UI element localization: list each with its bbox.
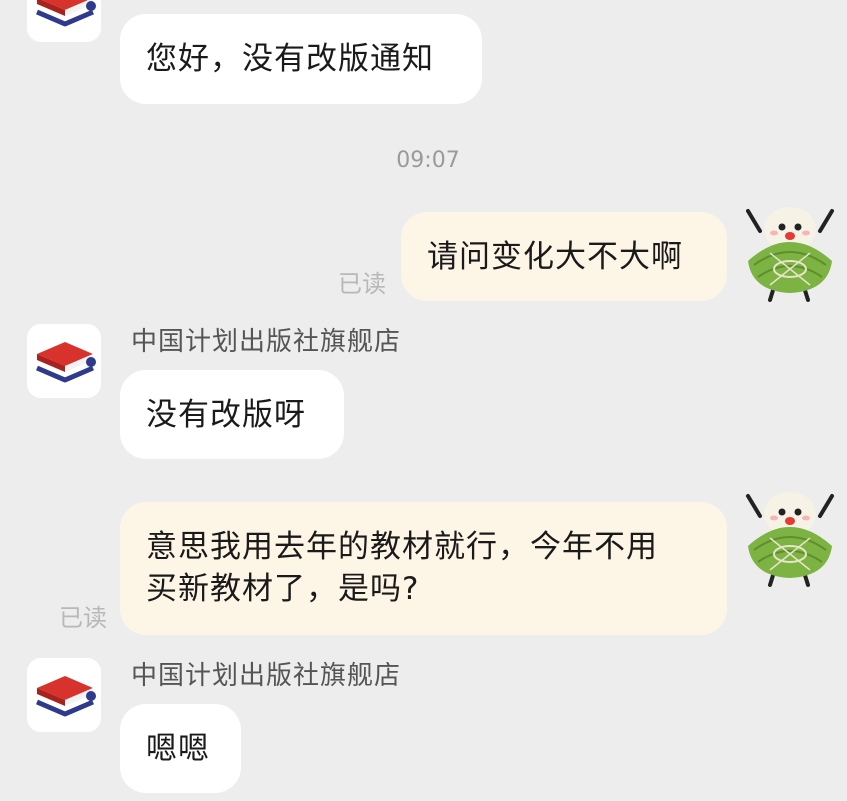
message-bubble-incoming[interactable]: 嗯嗯: [120, 704, 241, 793]
read-status: 已读: [59, 604, 107, 632]
message-text-line: 意思我用去年的教材就行，今年不用: [146, 529, 658, 565]
store-avatar[interactable]: [27, 324, 101, 398]
message-bubble-incoming[interactable]: 您好，没有改版通知: [120, 14, 482, 104]
red-book-stack-icon: [27, 0, 101, 42]
sender-name: 中国计划出版社旗舰店: [131, 327, 402, 357]
message-text: 嗯嗯: [146, 731, 210, 767]
message-bubble-outgoing[interactable]: 意思我用去年的教材就行，今年不用 买新教材了，是吗?: [120, 502, 727, 635]
message-timestamp: 09:07: [396, 148, 460, 173]
sender-name: 中国计划出版社旗舰店: [131, 661, 402, 691]
store-avatar[interactable]: [27, 0, 101, 42]
user-avatar[interactable]: [740, 488, 840, 588]
message-text: 您好，没有改版通知: [146, 41, 434, 77]
message-text: 请问变化大不大啊: [427, 239, 683, 275]
message-bubble-incoming[interactable]: 没有改版呀: [120, 370, 344, 459]
read-status: 已读: [338, 270, 386, 298]
red-book-stack-icon: [27, 658, 101, 732]
message-text-line: 买新教材了，是吗?: [146, 571, 420, 607]
store-avatar[interactable]: [27, 658, 101, 732]
red-book-stack-icon: [27, 324, 101, 398]
zongzi-cartoon-icon: [740, 203, 840, 303]
zongzi-cartoon-icon: [740, 488, 840, 588]
user-avatar[interactable]: [740, 203, 840, 303]
message-bubble-outgoing[interactable]: 请问变化大不大啊: [401, 212, 727, 301]
message-text: 没有改版呀: [146, 397, 306, 433]
